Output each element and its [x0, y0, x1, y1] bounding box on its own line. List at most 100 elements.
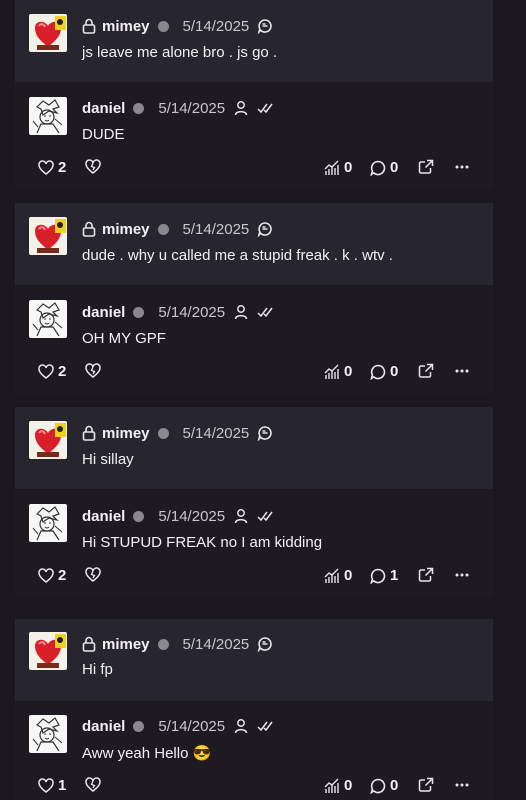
avatar[interactable] — [29, 14, 67, 52]
more-icon — [454, 777, 470, 793]
reply-meta: daniel 5/14/2025 — [82, 98, 273, 118]
action-bar: 1 0 0 — [15, 777, 493, 797]
comment-icon — [370, 778, 386, 794]
post-date: 5/14/2025 — [182, 17, 250, 35]
thread-card: mimey 5/14/2025 Hi sillay daniel 5/14/20… — [15, 407, 493, 597]
double-check-icon — [257, 100, 273, 116]
broken-heart-icon — [85, 159, 101, 175]
reply-meta: daniel 5/14/2025 — [82, 716, 273, 736]
reply-date: 5/14/2025 — [158, 507, 226, 525]
avatar[interactable] — [29, 97, 67, 135]
more-button[interactable] — [454, 567, 474, 583]
person-icon[interactable] — [233, 718, 249, 734]
dislike-button[interactable] — [85, 777, 105, 793]
thread-card: mimey 5/14/2025 js leave me alone bro . … — [15, 0, 493, 189]
heart-icon — [38, 778, 54, 794]
author-name[interactable]: daniel — [82, 718, 125, 735]
like-button[interactable]: 2 — [38, 363, 66, 380]
view-count: 0 — [344, 567, 353, 584]
action-bar: 2 0 1 — [15, 567, 493, 587]
like-button[interactable]: 2 — [38, 159, 66, 176]
avatar[interactable] — [29, 421, 67, 459]
person-icon[interactable] — [233, 508, 249, 524]
comment-count: 1 — [390, 567, 399, 584]
like-button[interactable]: 1 — [38, 777, 66, 794]
chat-bubble-icon[interactable] — [257, 636, 273, 652]
reply: daniel 5/14/2025 Hi STUPUD FREAK no I am… — [15, 489, 493, 597]
author-name[interactable]: mimey — [102, 221, 150, 238]
broken-heart-icon — [85, 567, 101, 583]
share-button[interactable] — [418, 567, 438, 583]
post-text: Hi fp — [82, 661, 113, 678]
dislike-button[interactable] — [85, 159, 105, 175]
lock-icon — [82, 221, 96, 237]
reply-date: 5/14/2025 — [158, 303, 226, 321]
comments-button[interactable]: 1 — [370, 567, 398, 584]
views-stat[interactable]: 0 — [324, 159, 352, 176]
broken-heart-icon — [85, 363, 101, 379]
more-icon — [454, 363, 470, 379]
avatar[interactable] — [29, 715, 67, 753]
author-name[interactable]: daniel — [82, 508, 125, 525]
views-stat[interactable]: 0 — [324, 567, 352, 584]
share-button[interactable] — [418, 159, 438, 175]
view-count: 0 — [344, 363, 353, 380]
comment-icon — [370, 160, 386, 176]
like-button[interactable]: 2 — [38, 567, 66, 584]
dislike-button[interactable] — [85, 363, 105, 379]
reply-text: DUDE — [82, 126, 125, 143]
post-text: Hi sillay — [82, 451, 134, 468]
like-count: 2 — [58, 159, 67, 176]
views-stat[interactable]: 0 — [324, 777, 352, 794]
reply-meta: daniel 5/14/2025 — [82, 302, 273, 322]
avatar[interactable] — [29, 504, 67, 542]
person-icon[interactable] — [233, 100, 249, 116]
view-count: 0 — [344, 777, 353, 794]
reply-text: Hi STUPUD FREAK no I am kidding — [82, 534, 323, 551]
more-button[interactable] — [454, 363, 474, 379]
avatar[interactable] — [29, 300, 67, 338]
author-name[interactable]: mimey — [102, 636, 150, 653]
comments-button[interactable]: 0 — [370, 159, 398, 176]
reply: daniel 5/14/2025 OH MY GPF 2 0 0 — [15, 285, 493, 393]
status-dot — [157, 638, 169, 650]
status-dot — [133, 720, 145, 732]
broken-heart-icon — [85, 777, 101, 793]
more-button[interactable] — [454, 159, 474, 175]
reply-date: 5/14/2025 — [158, 99, 226, 117]
post-date: 5/14/2025 — [182, 635, 250, 653]
thread-card: mimey 5/14/2025 Hi fp daniel 5/14/2025 A… — [15, 619, 493, 800]
heart-icon — [38, 568, 54, 584]
post-meta: mimey 5/14/2025 — [82, 634, 273, 654]
comment-count: 0 — [390, 363, 399, 380]
post-header: mimey 5/14/2025 dude . why u called me a… — [15, 203, 493, 285]
comments-button[interactable]: 0 — [370, 777, 398, 794]
author-name[interactable]: daniel — [82, 100, 125, 117]
chat-bubble-icon[interactable] — [257, 18, 273, 34]
more-icon — [454, 567, 470, 583]
reply: daniel 5/14/2025 Aww yeah Hello 😎 1 0 0 — [15, 701, 493, 800]
double-check-icon — [257, 304, 273, 320]
chat-bubble-icon[interactable] — [257, 425, 273, 441]
reply-date: 5/14/2025 — [158, 717, 226, 735]
comment-count: 0 — [390, 159, 399, 176]
share-button[interactable] — [418, 363, 438, 379]
more-button[interactable] — [454, 777, 474, 793]
comment-count: 0 — [390, 777, 399, 794]
share-button[interactable] — [418, 777, 438, 793]
views-stat[interactable]: 0 — [324, 363, 352, 380]
avatar[interactable] — [29, 632, 67, 670]
avatar[interactable] — [29, 217, 67, 255]
author-name[interactable]: daniel — [82, 304, 125, 321]
bar-chart-icon — [324, 778, 340, 794]
person-icon[interactable] — [233, 304, 249, 320]
status-dot — [133, 306, 145, 318]
lock-icon — [82, 636, 96, 652]
author-name[interactable]: mimey — [102, 425, 150, 442]
double-check-icon — [257, 718, 273, 734]
dislike-button[interactable] — [85, 567, 105, 583]
author-name[interactable]: mimey — [102, 18, 150, 35]
lock-icon — [82, 425, 96, 441]
comments-button[interactable]: 0 — [370, 363, 398, 380]
chat-bubble-icon[interactable] — [257, 221, 273, 237]
